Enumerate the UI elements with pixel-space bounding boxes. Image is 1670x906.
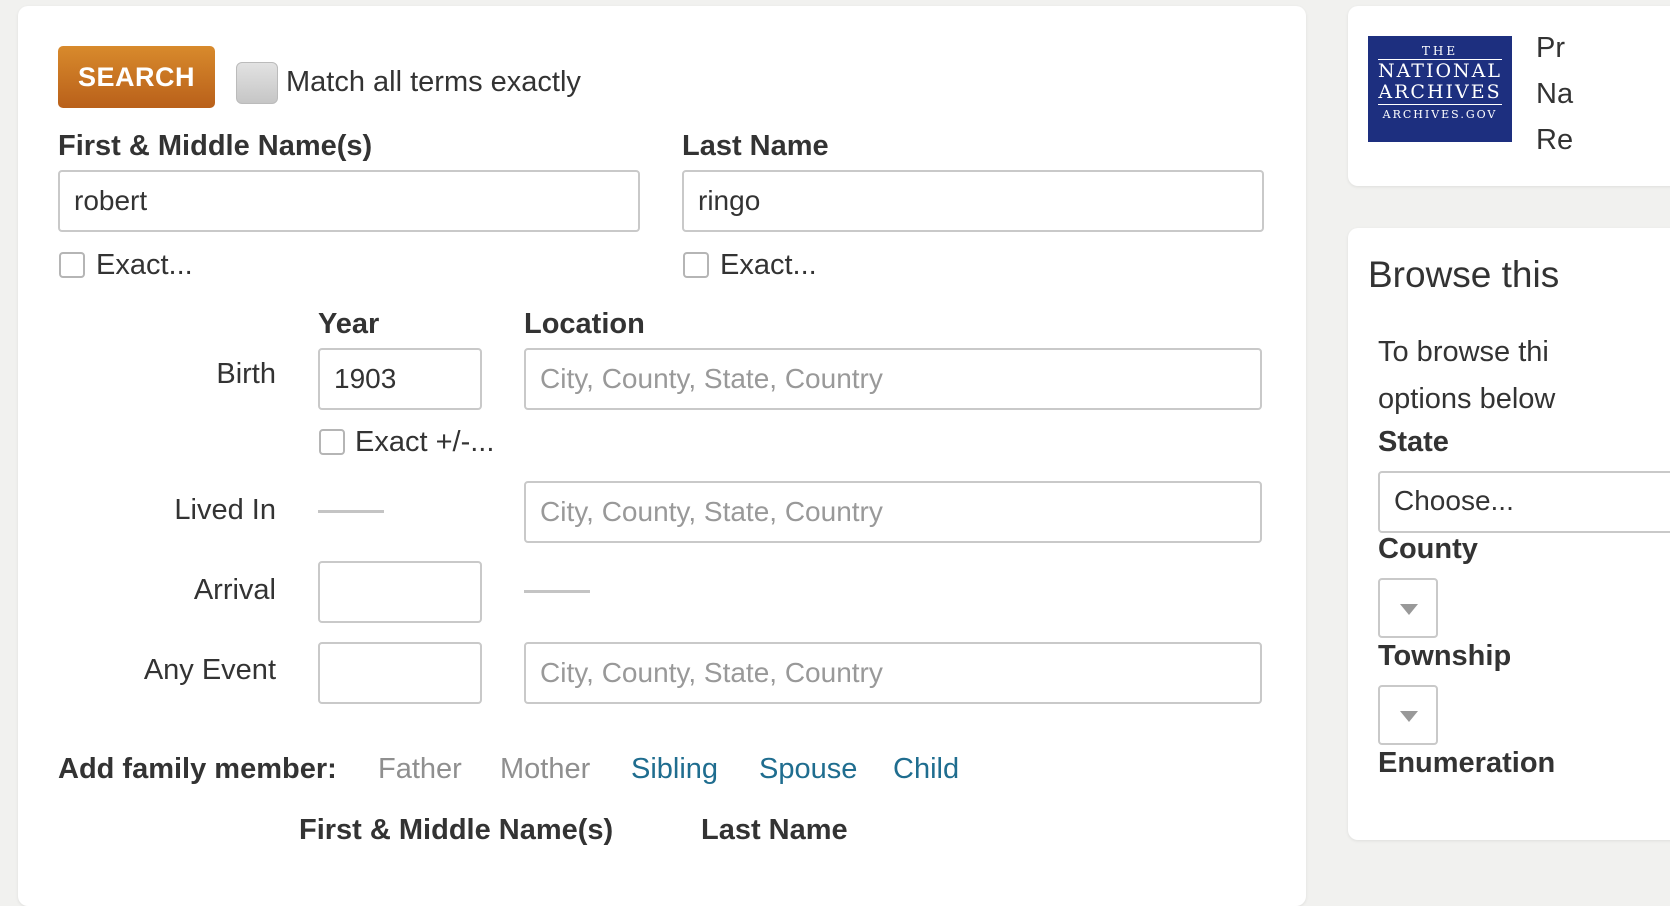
birth-year-input[interactable] — [318, 348, 482, 410]
any-event-location-input[interactable] — [524, 642, 1262, 704]
logo-card-text-line-2: Na — [1536, 78, 1574, 110]
add-mother-link[interactable]: Mother — [500, 753, 590, 786]
birth-label: Birth — [216, 358, 276, 390]
add-spouse-link[interactable]: Spouse — [759, 753, 857, 786]
township-label: Township — [1378, 640, 1512, 672]
arrival-location-placeholder-dash — [524, 590, 590, 593]
search-button[interactable]: SEARCH — [58, 46, 215, 108]
add-child-link[interactable]: Child — [893, 753, 959, 786]
match-all-terms-label: Match all terms exactly — [286, 66, 581, 98]
chevron-down-icon — [1400, 604, 1418, 615]
year-header: Year — [318, 308, 380, 340]
state-select[interactable]: Choose... — [1378, 471, 1670, 533]
last-name-label: Last Name — [682, 130, 829, 162]
birth-exact-checkbox[interactable] — [319, 429, 345, 455]
lived-in-year-placeholder-dash — [318, 510, 384, 513]
browse-description-line-1: To browse thi — [1378, 336, 1549, 368]
last-name-input[interactable] — [682, 170, 1264, 232]
state-select-value: Choose... — [1394, 485, 1514, 516]
add-father-link[interactable]: Father — [378, 753, 462, 786]
first-name-input[interactable] — [58, 170, 640, 232]
logo-card-text-line-3: Re — [1536, 124, 1574, 156]
add-sibling-link[interactable]: Sibling — [631, 753, 718, 786]
arrival-label: Arrival — [193, 574, 276, 606]
first-name-label: First & Middle Name(s) — [58, 130, 373, 162]
national-archives-logo[interactable]: THE NATIONAL ARCHIVES ARCHIVES.GOV — [1368, 36, 1512, 142]
first-name-exact-label: Exact... — [96, 249, 193, 281]
browse-description-line-2: options below — [1378, 383, 1556, 415]
national-archives-card: THE NATIONAL ARCHIVES ARCHIVES.GOV Pr Na… — [1348, 6, 1670, 186]
enumeration-label: Enumeration — [1378, 747, 1556, 779]
family-last-name-header: Last Name — [701, 814, 848, 846]
browse-title: Browse this — [1368, 254, 1560, 295]
last-name-exact-checkbox[interactable] — [683, 252, 709, 278]
browse-card: Browse this To browse thi options below … — [1348, 228, 1670, 840]
search-form-card: SEARCH Match all terms exactly First & M… — [18, 6, 1306, 906]
logo-card-text-line-1: Pr — [1536, 32, 1565, 64]
family-first-name-header: First & Middle Name(s) — [299, 814, 614, 846]
any-event-label: Any Event — [143, 654, 276, 686]
location-header: Location — [524, 308, 645, 340]
county-label: County — [1378, 533, 1478, 565]
county-select[interactable] — [1378, 578, 1438, 638]
lived-in-label: Lived In — [174, 494, 276, 526]
arrival-year-input[interactable] — [318, 561, 482, 623]
township-select[interactable] — [1378, 685, 1438, 745]
birth-exact-label: Exact +/-... — [355, 426, 495, 458]
any-event-year-input[interactable] — [318, 642, 482, 704]
chevron-down-icon — [1400, 711, 1418, 722]
birth-location-input[interactable] — [524, 348, 1262, 410]
last-name-exact-label: Exact... — [720, 249, 817, 281]
lived-in-location-input[interactable] — [524, 481, 1262, 543]
add-family-member-label: Add family member: — [58, 753, 337, 785]
match-all-terms-checkbox[interactable] — [236, 62, 278, 104]
state-label: State — [1378, 426, 1449, 458]
first-name-exact-checkbox[interactable] — [59, 252, 85, 278]
